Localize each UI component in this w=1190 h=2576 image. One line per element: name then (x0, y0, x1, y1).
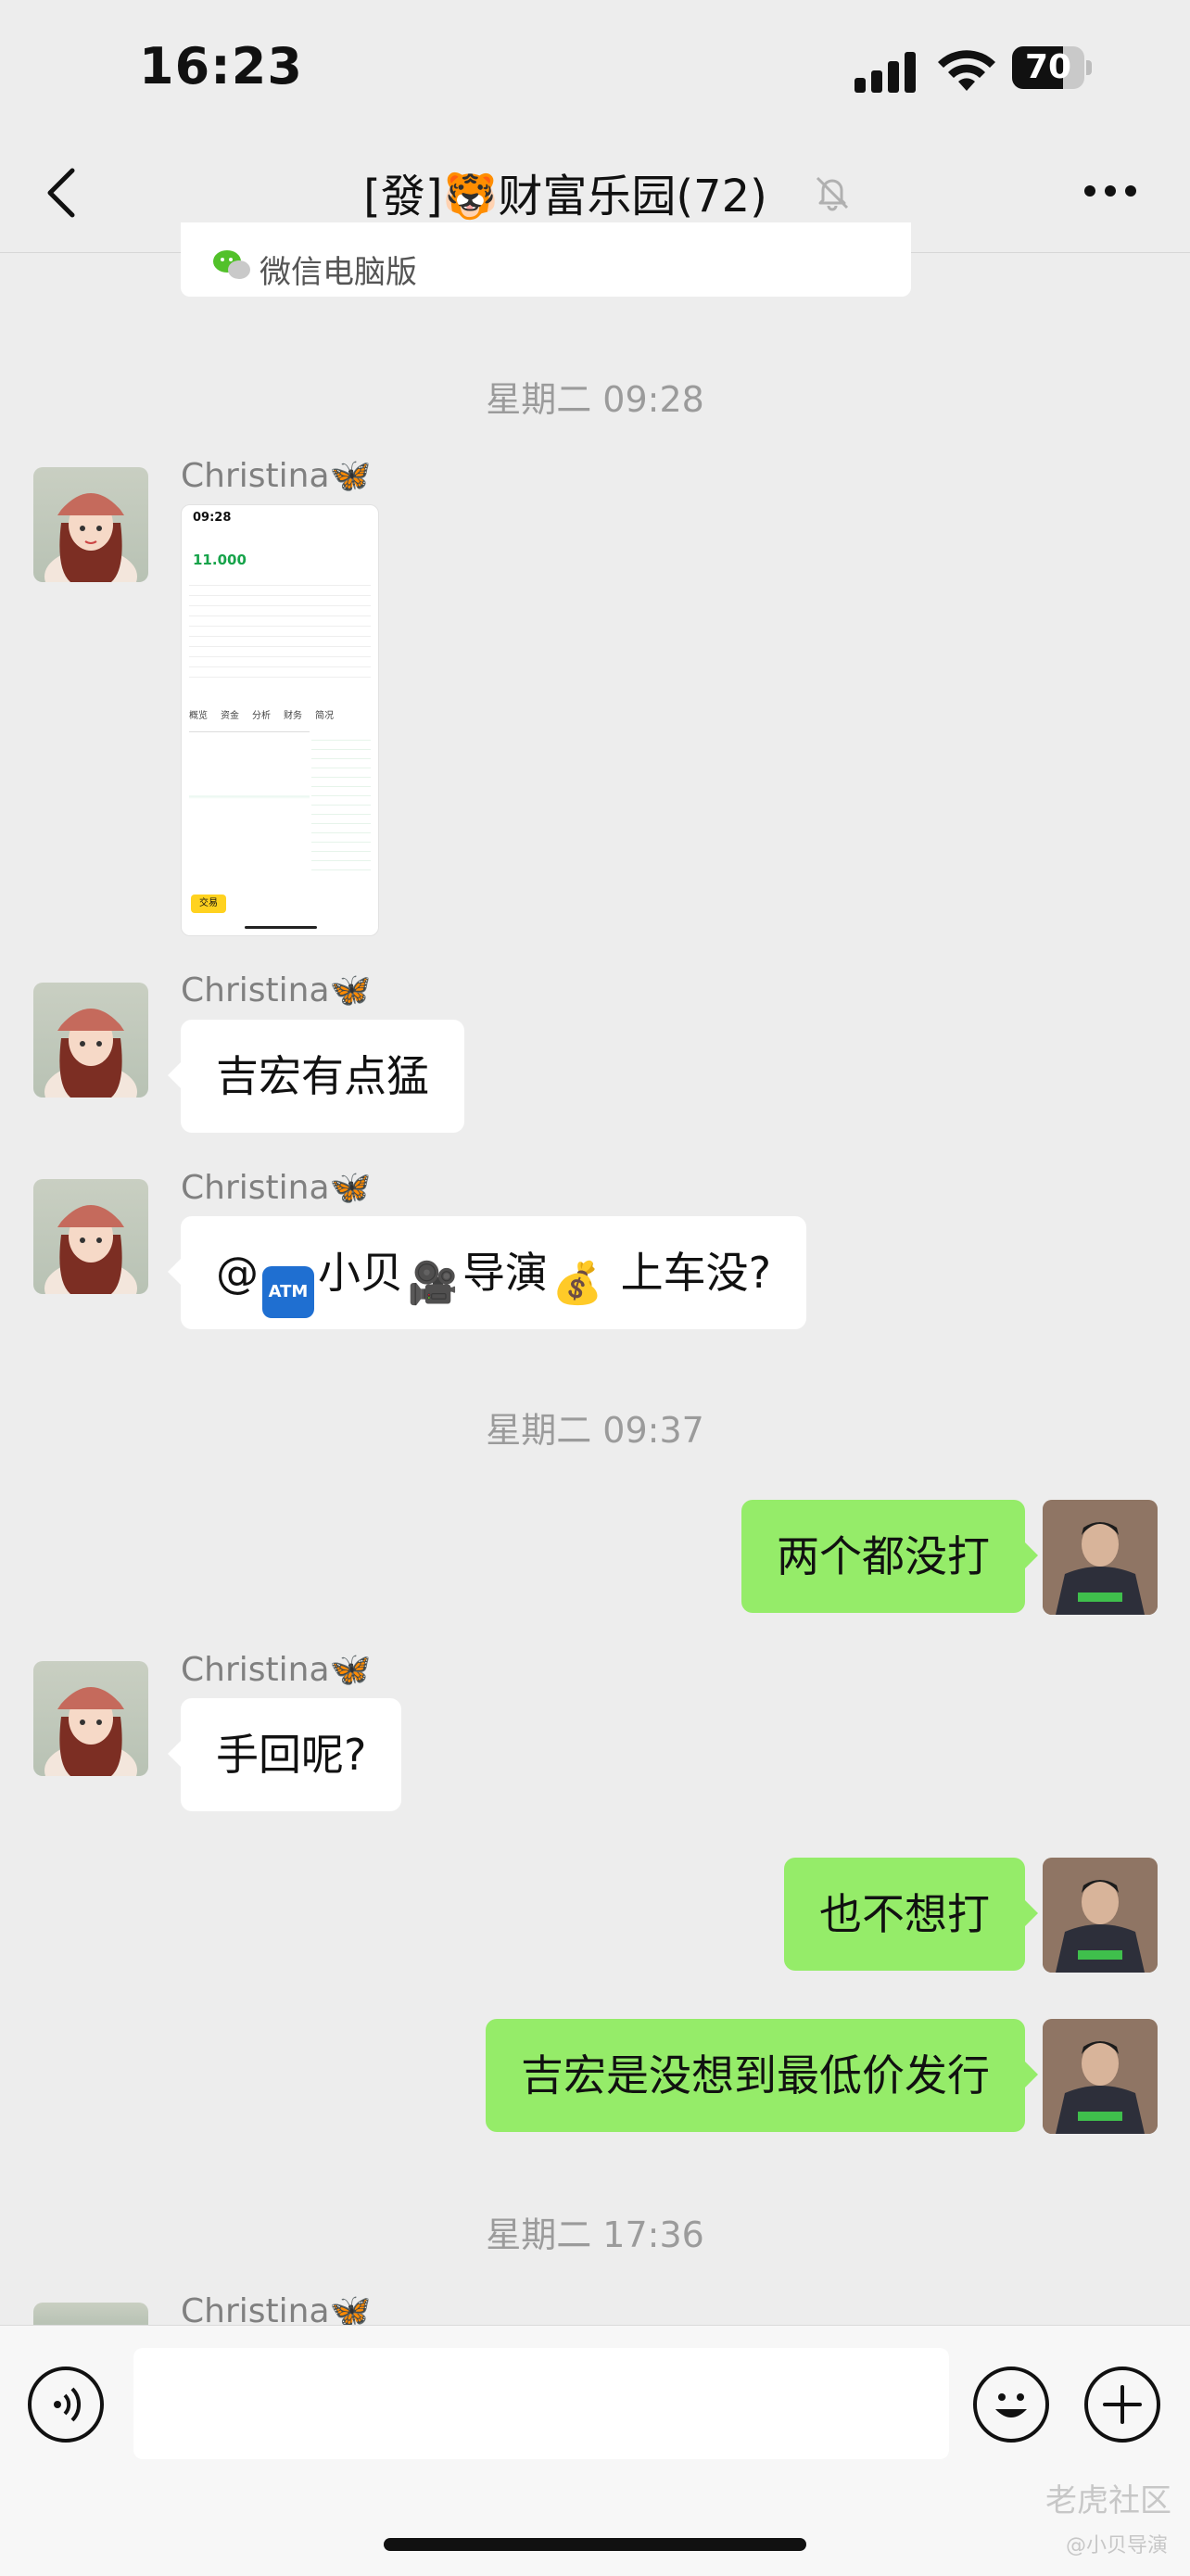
sender-name: Christina🦋 (181, 1169, 372, 1207)
timestamp: 星期二 09:37 (486, 1410, 704, 1451)
card-source-label: 微信电脑版 (260, 254, 417, 291)
message-text: 上车没? (607, 1248, 772, 1298)
timestamp: 星期二 09:28 (486, 379, 704, 420)
message-bubble-incoming[interactable]: 吉宏有点猛 (168, 1020, 464, 1133)
avatar-self[interactable] (1043, 1500, 1158, 1615)
mention-at: @ (216, 1248, 259, 1298)
message-input[interactable] (133, 2348, 949, 2459)
avatar-self[interactable] (1043, 2019, 1158, 2134)
avatar-christina[interactable] (33, 983, 148, 1098)
mention-name: 导演 (462, 1248, 548, 1298)
emoji-picker-button[interactable] (973, 2367, 1049, 2443)
thumb-price: 11.000 (193, 552, 247, 568)
message-bubble-incoming[interactable]: 手回呢? (167, 1698, 402, 1811)
battery-percent: 70 (1024, 48, 1072, 86)
wechat-icon (213, 250, 250, 279)
mention-name: 小贝 (318, 1248, 403, 1298)
message-bubble-outgoing[interactable]: 吉宏是没想到最低价发行 (486, 2019, 1038, 2132)
sender-name: Christina🦋 (181, 457, 372, 495)
avatar-christina[interactable] (33, 1179, 148, 1294)
status-time: 16:23 (139, 37, 303, 95)
more-options-icon[interactable] (1084, 185, 1140, 198)
thumb-tab: 概览 (189, 711, 208, 721)
sender-name: Christina🦋 (181, 1651, 372, 1689)
timestamp: 星期二 17:36 (486, 2214, 704, 2255)
avatar-christina[interactable] (33, 1661, 148, 1776)
watermark: 老虎社区 (1045, 2482, 1171, 2519)
avatar-self[interactable] (1043, 1858, 1158, 1973)
thumb-tab: 财务 (284, 711, 302, 721)
atm-emoji: ATM (262, 1266, 314, 1318)
camera-emoji: 🎥 (407, 1260, 459, 1307)
plus-icon (1103, 2385, 1142, 2424)
message-bubble-outgoing[interactable]: 两个都没打 (741, 1500, 1038, 1613)
muted-bell-icon (816, 176, 849, 211)
thumb-tab: 资金 (221, 711, 239, 721)
battery-icon: 70 (1012, 46, 1092, 89)
avatar-christina[interactable] (33, 2303, 148, 2325)
voice-input-button[interactable] (28, 2367, 104, 2443)
more-actions-button[interactable] (1084, 2367, 1160, 2443)
thumb-trade-button: 交易 (191, 895, 226, 913)
back-arrow-icon[interactable] (43, 167, 80, 219)
cellular-signal-icon (855, 52, 919, 93)
chat-title[interactable]: [發]🐯财富乐园(72) (167, 159, 1019, 224)
stock-screenshot-image[interactable]: 09:28 11.000 概览 资金 分析 财务 简况 交易 (181, 504, 379, 936)
avatar-christina[interactable] (33, 467, 148, 582)
message-bubble-incoming[interactable]: @ ATM 小贝 🎥 导演 💰 上车没? (167, 1216, 807, 1329)
watermark-sub: @小贝导演 (1066, 2534, 1169, 2557)
moneybag-emoji: 💰 (551, 1260, 603, 1307)
thumb-tab: 简况 (315, 711, 334, 721)
sender-name: Christina🦋 (181, 971, 372, 1009)
home-indicator (384, 2538, 806, 2551)
thumb-tab: 分析 (252, 711, 271, 721)
voice-icon (54, 2387, 82, 2422)
message-bubble-outgoing[interactable]: 也不想打 (784, 1858, 1038, 1971)
smiley-icon (995, 2393, 1027, 2417)
thumb-time: 09:28 (193, 511, 232, 525)
wifi-icon (938, 50, 995, 91)
